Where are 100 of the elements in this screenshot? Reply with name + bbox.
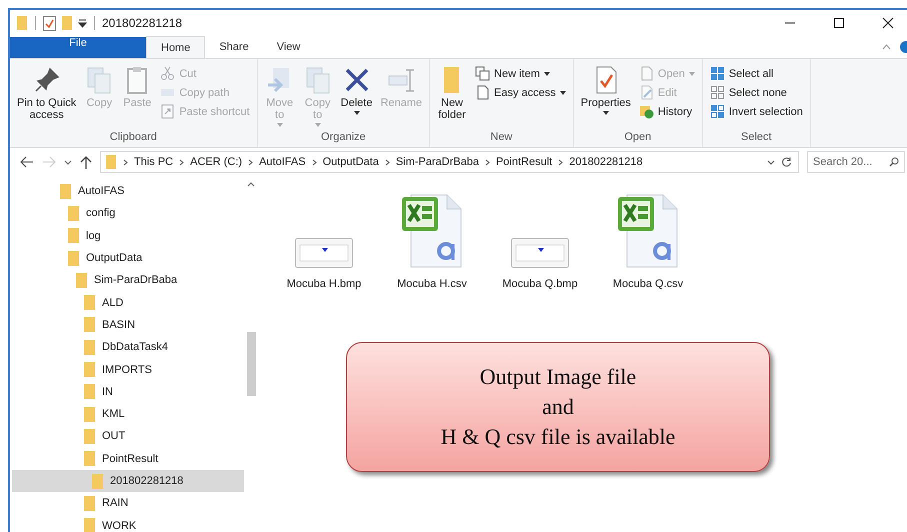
tree-item[interactable]: OutputData [12,246,244,270]
ribbon-button[interactable]: New item [472,65,569,82]
ribbon-tab[interactable]: Home [146,36,206,58]
folder-icon [84,518,95,532]
scroll-up-icon[interactable] [247,182,255,187]
scissors-icon [160,66,176,81]
ribbon-button[interactable]: New folder [434,63,470,131]
breadcrumb[interactable]: Sim-ParaDrBaba [396,156,479,168]
tree-item[interactable]: BASIN [12,314,244,336]
tree-item[interactable]: PointResult [12,448,244,470]
tree-item[interactable]: OUT [12,425,244,448]
folder-icon [84,428,95,444]
tree-item[interactable]: Sim-ParaDrBaba [12,269,244,292]
spreadsheet-file-icon [617,192,679,268]
grid-icon [710,104,725,119]
search-field[interactable]: Search 20... [807,151,905,173]
grid-icon [710,66,725,81]
chevron-icon [179,158,184,166]
ribbon-button[interactable]: Select none [706,84,806,101]
chevron-icon [558,158,564,166]
chevron-icon [484,158,490,166]
folder-icon [84,295,95,310]
new-item-icon [475,66,490,81]
chevron-icon [248,158,254,166]
tree-item[interactable]: IMPORTS [12,358,244,381]
folder-icon [68,206,79,221]
breadcrumb[interactable]: 201802281218 [569,156,643,168]
ribbon-button[interactable]: Pin to Quick access [14,63,80,131]
file-tab[interactable]: File [10,37,146,58]
caret-icon[interactable] [767,160,775,164]
tree-item[interactable]: IN [12,380,244,403]
folder-icon [60,184,71,199]
file-item[interactable]: Mocuba Q.csv [600,192,696,290]
callout-text: Output Image file and H & Q csv file is available [440,363,676,451]
folder-icon [105,154,117,170]
ribbon-tab[interactable]: View [262,36,314,58]
folder-icon [68,250,79,266]
breadcrumb[interactable]: This PC [134,156,174,168]
window-title: 201802281218 [102,16,182,30]
ribbon-button[interactable]: History [636,103,698,120]
tree-item[interactable]: 201802281218 [12,470,244,492]
image-file-icon [295,238,353,268]
tree-item[interactable]: WORK [12,514,244,532]
folder-icon [84,496,95,511]
folder-icon [76,272,87,288]
shortcut-icon [160,104,176,119]
group-label: New [489,131,514,145]
file-item[interactable]: Mocuba H.csv [384,192,480,290]
close-icon[interactable] [882,17,894,29]
ribbon-button[interactable]: Delete [338,63,376,131]
up-arrow-icon[interactable] [80,156,92,168]
folder-icon [84,406,95,422]
refresh-icon[interactable] [781,156,792,168]
dropdown-icon[interactable] [78,18,87,28]
grid-icon [710,85,725,100]
tree-item[interactable]: AutoIFAS [12,180,244,202]
breadcrumb[interactable]: AutoIFAS [259,156,306,168]
tree-item[interactable]: config [12,202,244,225]
tree-item[interactable]: KML [12,402,244,426]
tree-item[interactable]: DbDataTask4 [12,336,244,358]
breadcrumb[interactable]: PointResult [496,156,552,168]
search-icon [889,157,899,167]
ribbon-button[interactable]: Invert selection [706,103,806,120]
folder-icon [84,384,95,400]
chevron-icon [123,158,128,166]
document-icon [638,66,654,81]
folder-icon [84,340,95,355]
tree-item[interactable]: RAIN [12,492,244,514]
folder-icon [84,451,95,466]
breadcrumb[interactable]: ACER (C:) [190,156,242,168]
scrollbar-thumb[interactable] [246,332,256,396]
collapse-ribbon-icon[interactable] [882,44,891,50]
image-file-icon [511,238,569,268]
tree-item[interactable]: ALD [12,291,244,314]
address-field[interactable]: This PC ACER (C:) AutoIFAS OutputData Sim-ParaDrBaba PointResult 201802281218 [100,151,799,173]
ribbon-tab[interactable]: Share [205,36,263,58]
tree-item[interactable]: log [12,224,244,247]
history-icon [638,104,654,119]
breadcrumb[interactable]: OutputData [322,156,379,168]
group-label: Select [740,131,773,145]
properties-icon[interactable] [43,16,56,30]
document-icon [475,85,490,100]
group-label: Open [623,131,652,145]
spreadsheet-file-icon [401,192,463,268]
file-item[interactable]: Mocuba Q.bmp [492,238,588,290]
chevron-icon [312,158,317,166]
edit-icon [638,85,654,100]
help-icon[interactable] [897,40,907,54]
ribbon-button[interactable]: Select all [706,65,806,82]
group-label: Clipboard [108,131,158,145]
ribbon-button[interactable]: Properties [578,63,634,131]
folder-icon [92,474,103,488]
folder-icon [84,317,95,332]
caret-icon[interactable] [64,160,72,164]
ribbon-button[interactable]: Easy access [472,84,569,101]
maximize-icon[interactable] [833,17,845,29]
group-label: Organize [320,131,367,145]
file-item[interactable]: Mocuba H.bmp [276,238,372,290]
back-icon[interactable] [20,156,34,168]
chevron-icon [384,158,390,166]
